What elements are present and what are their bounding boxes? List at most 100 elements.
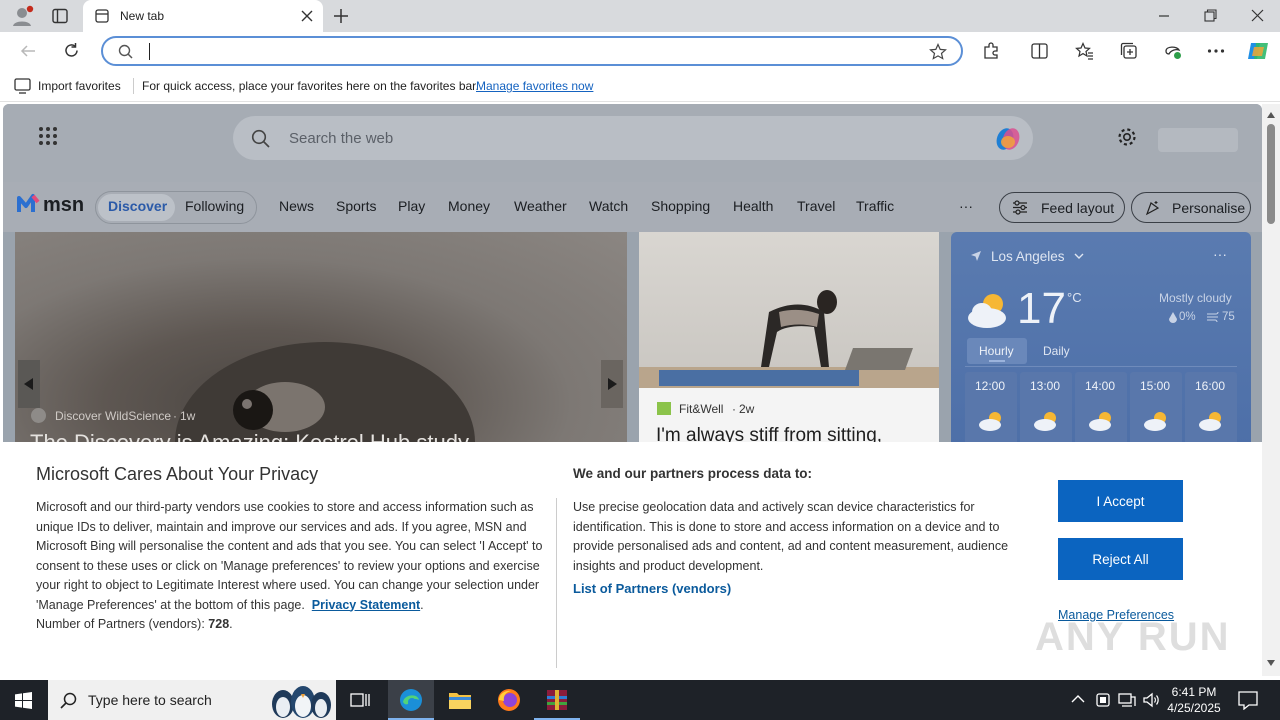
tab-actions-icon[interactable] [52,8,68,24]
nav-item-sports[interactable]: Sports [336,198,376,214]
nav-item-watch[interactable]: Watch [589,198,628,214]
profile-icon[interactable] [10,5,34,27]
app-launcher-icon[interactable] [38,126,58,146]
windows-start-icon[interactable] [15,692,32,709]
defender-tray-icon[interactable] [1095,691,1111,709]
nav-item-health[interactable]: Health [733,198,773,214]
msn-logo-text: msn [43,194,85,216]
taskbar-clock[interactable]: 6:41 PM 4/25/2025 [1164,684,1224,716]
address-bar[interactable] [101,36,963,66]
split-screen-icon[interactable] [1031,43,1048,59]
reject-all-button[interactable]: Reject All [1058,538,1183,580]
msn-logo-icon[interactable] [16,192,42,216]
privacy-divider [556,498,557,668]
hero-dot: · [173,409,177,423]
feed-layout-button[interactable]: Feed layout [999,192,1125,223]
weather-location[interactable]: Los Angeles [991,249,1065,264]
copilot-icon[interactable] [993,124,1023,154]
hour-slot[interactable]: 14:00 [1075,372,1127,446]
tab-following[interactable]: Following [185,198,244,214]
nav-item-shopping[interactable]: Shopping [651,198,710,214]
close-tab-icon[interactable] [301,10,313,22]
aqi-icon [1207,312,1219,322]
page-scrollbar[interactable] [1262,104,1280,676]
privacy-consent-banner: Microsoft Cares About Your Privacy Micro… [3,442,1262,676]
nav-item-news[interactable]: News [279,198,314,214]
sparkle-icon [1144,200,1161,216]
nav-item-weather[interactable]: Weather [514,198,567,214]
scrollbar-thumb[interactable] [1267,124,1275,224]
personalise-button[interactable]: Personalise [1131,192,1251,223]
winrar-icon [547,690,567,710]
firefox-icon[interactable] [497,688,521,712]
show-hidden-icons-chevron-icon[interactable] [1071,694,1085,703]
weather-unit[interactable]: °C [1067,290,1082,305]
import-favorites-icon[interactable] [14,78,31,94]
refresh-icon[interactable] [63,42,80,59]
taskbar-search-box[interactable]: Type here to search [48,680,336,720]
settings-gear-icon[interactable] [1117,127,1137,147]
notifications-icon[interactable] [1238,690,1258,710]
manage-favorites-link[interactable]: Manage favorites now [476,79,593,93]
volume-icon[interactable] [1142,691,1160,709]
tab-daily[interactable]: Daily [1027,338,1087,364]
hour-time: 16:00 [1195,379,1226,393]
favbar-divider [133,78,134,94]
nav-item-traffic[interactable]: Traffic [856,198,894,214]
file-explorer-icon[interactable] [448,689,472,711]
new-tab-button[interactable] [333,8,349,24]
nav-more-button[interactable]: ··· [959,198,973,214]
tab-title: New tab [120,9,165,23]
browser-essentials-icon[interactable] [1163,42,1183,60]
more-options-icon[interactable] [1207,48,1225,54]
sign-in-button[interactable] [1158,128,1238,152]
restore-icon[interactable] [1204,9,1217,22]
accept-button[interactable]: I Accept [1058,480,1183,522]
hour-slot[interactable]: 16:00 [1185,372,1237,446]
weather-card[interactable]: Los Angeles ··· 17 °C Mostly cloudy 0% 7… [951,232,1251,446]
partners-count-label: Number of Partners (vendors): [36,617,205,631]
penguins-illustration [272,686,331,718]
import-favorites-label[interactable]: Import favorites [38,79,121,93]
tab-discover[interactable]: Discover [108,198,167,214]
carousel-next-button[interactable] [601,360,623,408]
partners-list-link[interactable]: List of Partners (vendors) [573,581,731,596]
chevron-left-icon [24,378,33,390]
collections-icon[interactable] [1120,42,1138,60]
favorite-star-icon[interactable] [929,43,947,61]
nav-item-travel[interactable]: Travel [797,198,835,214]
tab-new-tab[interactable]: New tab [83,0,323,32]
network-icon[interactable] [1118,691,1136,709]
personalise-label: Personalise [1172,200,1246,216]
clock-date: 4/25/2025 [1167,701,1221,715]
taskbar-edge-button[interactable] [388,680,434,720]
hour-slot[interactable]: 13:00 [1020,372,1072,446]
close-window-icon[interactable] [1251,9,1264,22]
scroll-down-arrow-icon[interactable] [1267,660,1275,666]
favorites-icon[interactable] [1075,42,1094,60]
back-icon[interactable] [20,43,36,59]
task-view-icon[interactable] [350,690,370,710]
hour-slot[interactable]: 15:00 [1130,372,1182,446]
fitness-news-card[interactable]: Fit&Well · 2w I'm always stiff from sitt… [639,232,939,446]
hour-time: 12:00 [975,379,1006,393]
web-search-box[interactable]: Search the web [233,116,1033,160]
taskbar-winrar-button[interactable] [534,680,580,720]
hero-source: Discover WildScience [55,409,172,423]
copilot-icon[interactable] [1246,39,1270,63]
nav-item-money[interactable]: Money [448,198,490,214]
minimize-icon[interactable] [1158,10,1170,22]
edge-browser-icon [400,689,422,711]
privacy-statement-link[interactable]: Privacy Statement [312,598,420,612]
hour-slot[interactable]: 12:00 [965,372,1017,446]
chevron-down-icon[interactable] [1074,253,1084,260]
nav-item-play[interactable]: Play [398,198,425,214]
weather-more-button[interactable]: ··· [1213,246,1227,262]
tab-hourly[interactable]: Hourly [967,338,1027,364]
weather-precip: 0% [1179,311,1196,323]
extensions-icon[interactable] [982,42,1000,60]
carousel-prev-button[interactable] [18,360,40,408]
scroll-up-arrow-icon[interactable] [1267,112,1275,118]
hero-news-card[interactable]: Discover WildScience · 1w The Discovery … [15,232,627,446]
partly-cloudy-icon [1199,412,1221,431]
